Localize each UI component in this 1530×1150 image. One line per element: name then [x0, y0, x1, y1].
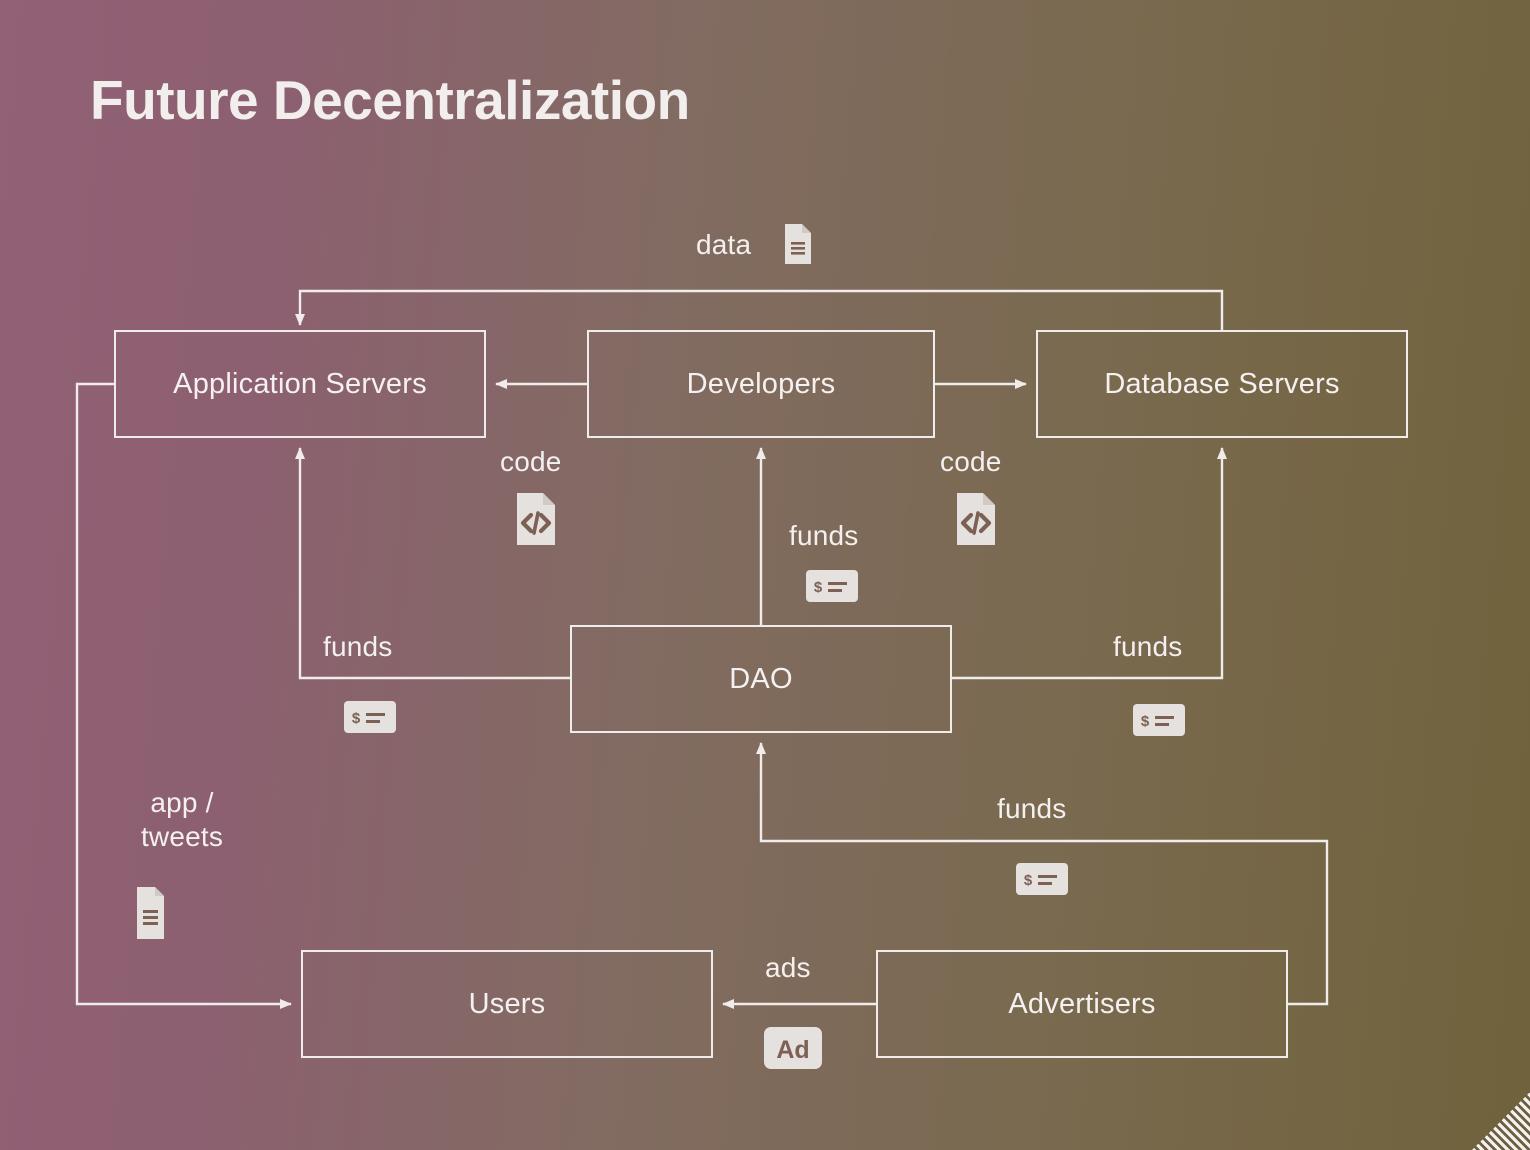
diagram-canvas: Future Decentralization Application Serv…	[0, 0, 1530, 1150]
edge-label-ads: ads	[765, 952, 811, 983]
ad-badge-icon: Ad	[763, 1026, 823, 1075]
node-database-servers-label: Database Servers	[1104, 367, 1340, 400]
edge-label-data: data	[696, 229, 752, 260]
edge-label-app-tweets: app / tweets	[140, 787, 224, 853]
node-advertisers-label: Advertisers	[1008, 987, 1156, 1020]
node-database-servers[interactable]: Database Servers	[1036, 330, 1408, 438]
document-icon	[783, 222, 813, 271]
node-advertisers[interactable]: Advertisers	[876, 950, 1288, 1058]
node-developers[interactable]: Developers	[587, 330, 935, 438]
svg-text:$: $	[814, 579, 823, 596]
node-developers-label: Developers	[686, 367, 836, 400]
svg-text:$: $	[1141, 713, 1150, 730]
edge-data	[295, 289, 1224, 330]
corner-ribbon-decoration	[1472, 1092, 1530, 1150]
node-application-servers[interactable]: Application Servers	[114, 330, 486, 438]
money-card-icon: $	[1132, 703, 1186, 742]
code-document-icon	[953, 490, 999, 553]
edge-application-servers-to-users	[75, 382, 292, 1009]
node-application-servers-label: Application Servers	[173, 367, 427, 400]
money-card-icon: $	[343, 700, 397, 739]
svg-text:$: $	[1024, 872, 1033, 889]
node-dao-label: DAO	[729, 662, 793, 695]
node-dao[interactable]: DAO	[570, 625, 952, 733]
edge-label-funds-advertisers: funds	[997, 793, 1067, 824]
edge-label-funds-developers: funds	[789, 520, 859, 551]
money-card-icon: $	[805, 569, 859, 608]
edge-label-code-left: code	[500, 446, 562, 477]
node-users[interactable]: Users	[301, 950, 713, 1058]
ad-badge-label: Ad	[776, 1036, 809, 1064]
code-document-icon	[513, 490, 559, 553]
edge-label-funds-database-servers: funds	[1113, 631, 1183, 662]
page-title: Future Decentralization	[90, 69, 690, 131]
edge-label-funds-application-servers: funds	[323, 631, 393, 662]
edge-label-code-right: code	[940, 446, 1002, 477]
document-icon	[134, 884, 166, 947]
svg-text:$: $	[352, 710, 361, 727]
node-users-label: Users	[468, 987, 546, 1020]
money-card-icon: $	[1015, 862, 1069, 901]
